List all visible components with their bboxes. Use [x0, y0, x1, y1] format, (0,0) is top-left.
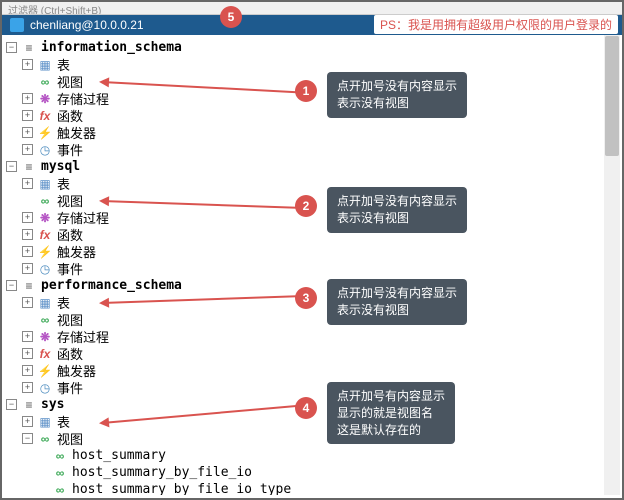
function-icon: fx — [37, 109, 53, 123]
views-node[interactable]: ∞视图 — [4, 311, 620, 328]
callout-1: 点开加号没有内容显示表示没有视图 — [327, 72, 467, 118]
procedure-icon: ❋ — [37, 330, 53, 344]
event-icon: ◷ — [37, 381, 53, 395]
connection-header: chenliang@10.0.0.21 PS：我是用拥有超级用户权限的用户登录的 — [2, 15, 622, 35]
collapse-toggle[interactable]: − — [6, 280, 17, 291]
expand-toggle[interactable]: + — [22, 416, 33, 427]
db-label: information_schema — [41, 40, 182, 55]
collapse-toggle[interactable]: − — [22, 433, 33, 444]
view-icon: ∞ — [37, 313, 53, 327]
expand-toggle[interactable]: + — [22, 246, 33, 257]
badge-3: 3 — [295, 287, 317, 309]
trigger-icon: ⚡ — [37, 364, 53, 378]
view-item[interactable]: ∞host_summary — [4, 447, 620, 464]
view-icon: ∞ — [37, 194, 53, 208]
database-icon: ≡ — [21, 279, 37, 293]
expand-toggle[interactable]: + — [22, 178, 33, 189]
expand-toggle[interactable]: + — [22, 365, 33, 376]
db-node-mysql[interactable]: −≡ mysql — [4, 158, 620, 175]
table-icon: ▦ — [37, 177, 53, 191]
expand-toggle[interactable]: + — [22, 348, 33, 359]
callout-3: 点开加号没有内容显示表示没有视图 — [327, 279, 467, 325]
tables-node[interactable]: +▦表 — [4, 56, 620, 73]
view-icon: ∞ — [52, 449, 68, 463]
expand-toggle[interactable]: + — [22, 59, 33, 70]
trigger-icon: ⚡ — [37, 126, 53, 140]
procedure-icon: ❋ — [37, 92, 53, 106]
table-icon: ▦ — [37, 296, 53, 310]
table-icon: ▦ — [37, 415, 53, 429]
connection-icon — [10, 18, 24, 32]
triggers-node[interactable]: +⚡触发器 — [4, 243, 620, 260]
expand-toggle[interactable]: + — [22, 382, 33, 393]
filter-bar[interactable]: 过滤器 (Ctrl+Shift+B) — [2, 2, 622, 15]
db-label: mysql — [41, 159, 80, 174]
triggers-node[interactable]: +⚡触发器 — [4, 124, 620, 141]
function-icon: fx — [37, 347, 53, 361]
view-icon: ∞ — [52, 483, 68, 496]
db-label: performance_schema — [41, 278, 182, 293]
vertical-scrollbar[interactable] — [604, 35, 620, 495]
connection-label: chenliang@10.0.0.21 — [30, 18, 144, 32]
badge-1: 1 — [295, 80, 317, 102]
view-icon: ∞ — [37, 75, 53, 89]
collapse-toggle[interactable]: − — [6, 161, 17, 172]
view-item[interactable]: ∞host_summary_by_file_io_type — [4, 481, 620, 495]
events-node[interactable]: +◷事件 — [4, 260, 620, 277]
expand-toggle[interactable]: + — [22, 93, 33, 104]
expand-toggle[interactable]: + — [22, 144, 33, 155]
expand-toggle[interactable]: + — [22, 263, 33, 274]
db-node-information-schema[interactable]: − ≡ information_schema — [4, 39, 620, 56]
trigger-icon: ⚡ — [37, 245, 53, 259]
functions-node[interactable]: +fx函数 — [4, 226, 620, 243]
events-node[interactable]: +◷事件 — [4, 141, 620, 158]
database-icon: ≡ — [21, 41, 37, 55]
functions-node[interactable]: +fx函数 — [4, 345, 620, 362]
view-item[interactable]: ∞host_summary_by_file_io — [4, 464, 620, 481]
procedures-node[interactable]: +❋存储过程 — [4, 328, 620, 345]
database-icon: ≡ — [21, 398, 37, 412]
badge-5: 5 — [220, 6, 242, 28]
expand-toggle[interactable]: + — [22, 229, 33, 240]
function-icon: fx — [37, 228, 53, 242]
event-icon: ◷ — [37, 143, 53, 157]
expand-toggle[interactable]: + — [22, 127, 33, 138]
event-icon: ◷ — [37, 262, 53, 276]
callout-4: 点开加号有内容显示显示的就是视图名这是默认存在的 — [327, 382, 455, 444]
ps-note: PS：我是用拥有超级用户权限的用户登录的 — [374, 15, 618, 34]
expand-toggle[interactable]: + — [22, 212, 33, 223]
collapse-toggle[interactable]: − — [6, 399, 17, 410]
expand-toggle[interactable]: + — [22, 110, 33, 121]
functions-node[interactable]: +fx函数 — [4, 107, 620, 124]
expand-toggle[interactable]: + — [22, 331, 33, 342]
tables-node[interactable]: +▦表 — [4, 175, 620, 192]
database-icon: ≡ — [21, 160, 37, 174]
badge-4: 4 — [295, 397, 317, 419]
db-label: sys — [41, 397, 64, 412]
views-node-expanded[interactable]: −∞视图 — [4, 430, 620, 447]
view-icon: ∞ — [37, 432, 53, 446]
callout-2: 点开加号没有内容显示表示没有视图 — [327, 187, 467, 233]
expand-toggle[interactable]: + — [22, 297, 33, 308]
scroll-thumb[interactable] — [605, 36, 619, 156]
triggers-node[interactable]: +⚡触发器 — [4, 362, 620, 379]
procedure-icon: ❋ — [37, 211, 53, 225]
collapse-toggle[interactable]: − — [6, 42, 17, 53]
badge-2: 2 — [295, 195, 317, 217]
view-icon: ∞ — [52, 466, 68, 480]
table-icon: ▦ — [37, 58, 53, 72]
events-node[interactable]: +◷事件 — [4, 379, 620, 396]
